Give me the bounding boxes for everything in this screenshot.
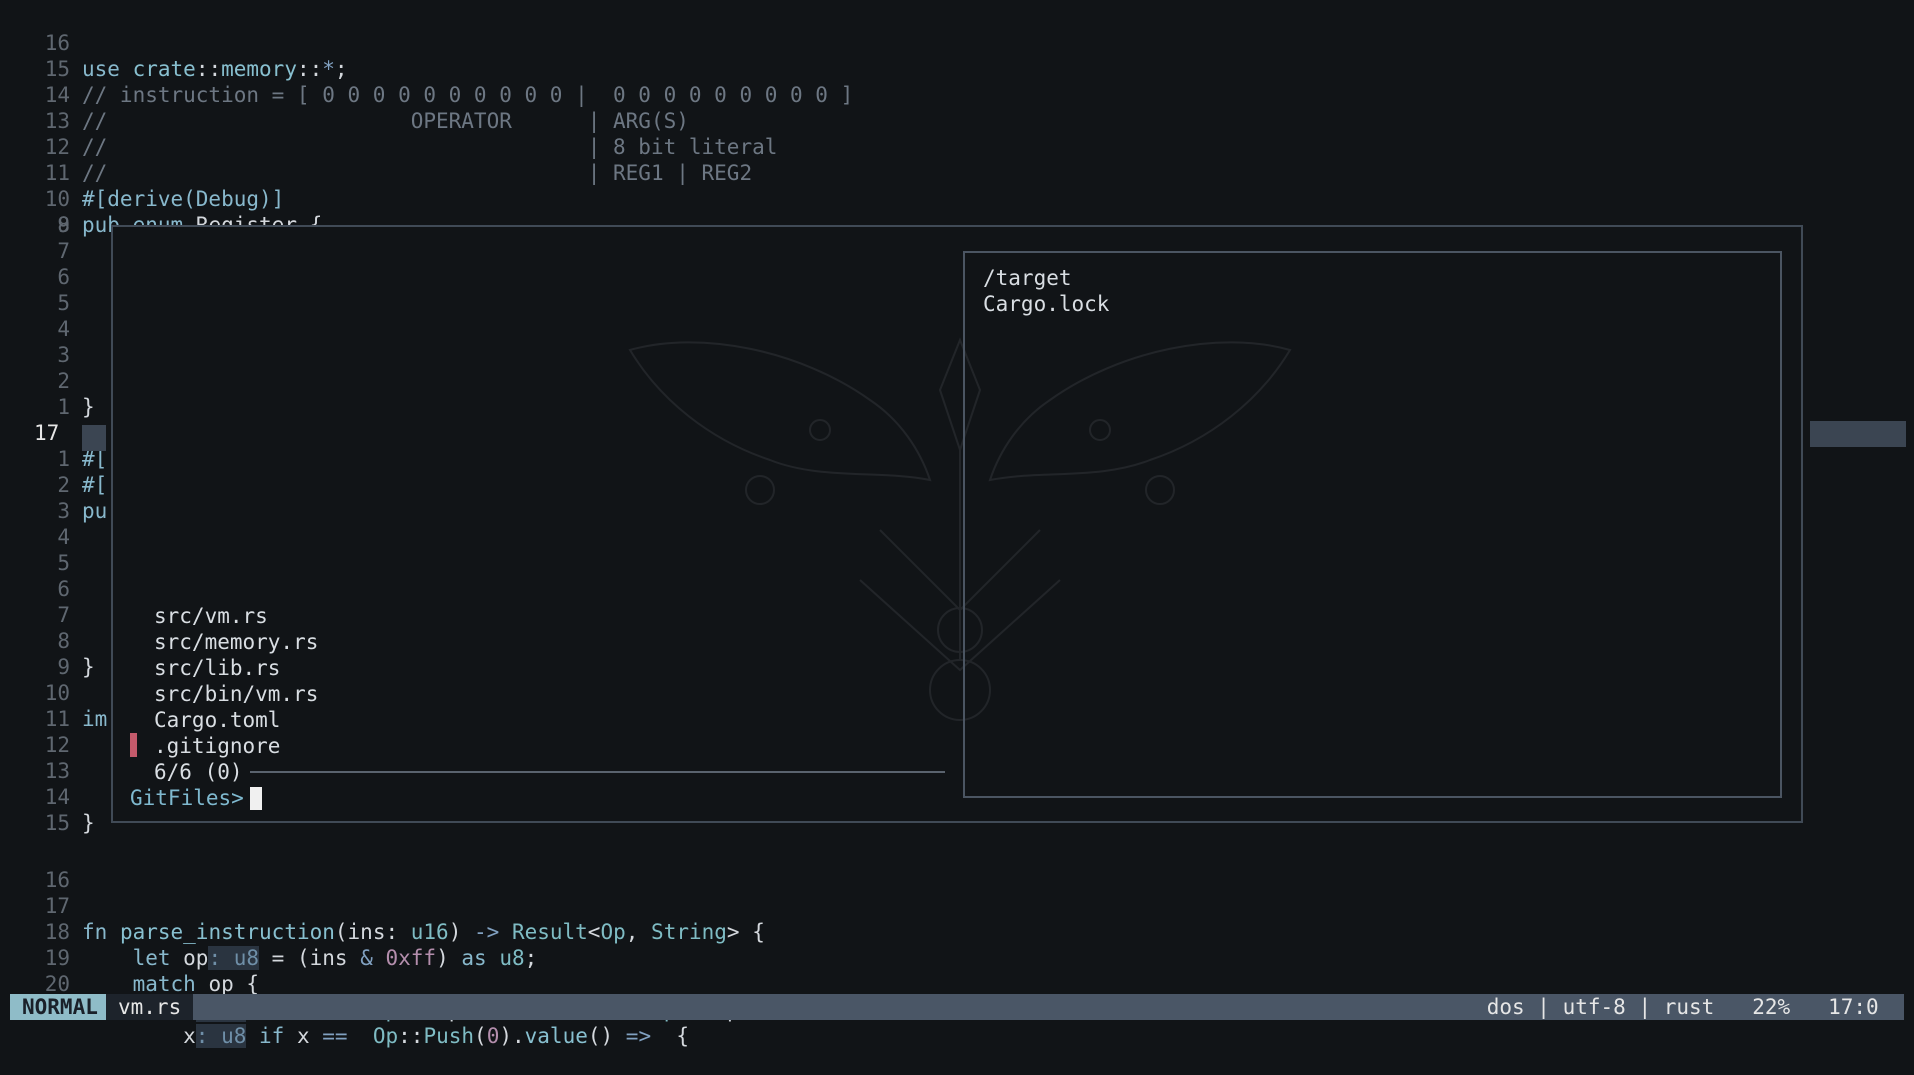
line-number: 7 [57,239,70,263]
code-text: #[ [82,473,108,497]
preview-line: Cargo.lock [983,292,1110,316]
line-number: 8 [57,213,70,237]
code-line[interactable]: 9 A, [0,186,1914,263]
line-number: 5 [57,551,70,575]
line-number: 6 [57,265,70,289]
code-text: pu [82,499,108,523]
line-number: 15 [44,811,70,835]
code-line[interactable]: 12 // | REG1 | REG2 [0,108,1914,185]
line-number: 5 [57,291,70,315]
selection-marker [130,733,137,757]
line-number: 7 [57,603,70,627]
result-count: 6/6 (0) [154,760,243,784]
code-text: } [82,395,95,419]
line-number: 10 [44,681,70,705]
code-line[interactable]: 19 match op { [0,919,1914,996]
scroll-percent: 22% [1752,995,1791,1019]
code-line[interactable]: 20 x: u8 if x == Op::Nop.value() => Ok(O… [0,945,1914,1022]
line-number: 1 [57,447,70,471]
file-format: dos [1486,995,1525,1019]
result-item[interactable]: src/lib.rs [154,655,280,681]
line-number: 3 [57,343,70,367]
line-number: 2 [57,473,70,497]
status-line: NORMAL vm.rs dos | utf-8 | rust 22% 17:0 [10,994,1904,1020]
result-item-selected[interactable]: .gitignore [154,733,280,759]
mode-indicator: NORMAL [10,994,110,1020]
code-line[interactable]: 11 #[derive(Debug)] [0,134,1914,211]
code-line[interactable]: 16 use crate::memory::*; [0,4,1914,81]
code-line[interactable]: 13 // | 8 bit literal [0,82,1914,159]
code-line[interactable]: 18 let op: u8 = (ins & 0xff) as u8; [0,893,1914,970]
code-line[interactable]: 14 // OPERATOR | ARG(S) [0,56,1914,133]
file-type: rust [1663,995,1715,1019]
line-number: 3 [57,499,70,523]
scrollbar-thumb[interactable] [1810,421,1906,447]
preview-line: /target [983,266,1072,290]
file-encoding: utf-8 [1562,995,1626,1019]
line-number: 8 [57,629,70,653]
code-text: } [82,655,95,679]
code-text: } [82,811,95,835]
file-info: dos | utf-8 | rust 22% 17:0 [1486,995,1879,1019]
result-item[interactable]: src/vm.rs [154,603,268,629]
preview-pane: /target Cargo.lock [963,251,1782,798]
code-text: x: u8 if x == Op::Push(0).value() => { [82,1024,690,1048]
code-text: im [82,707,108,731]
result-item[interactable]: src/memory.rs [154,629,318,655]
file-name: vm.rs [106,994,194,1020]
result-item[interactable]: Cargo.toml [154,707,280,733]
line-number: 12 [44,733,70,757]
code-line[interactable]: 15 // instruction = [ 0 0 0 0 0 0 0 0 0 … [0,30,1914,107]
line-number: 4 [57,525,70,549]
line-number: 11 [44,707,70,731]
cursor-line-highlight [82,425,106,451]
text-cursor [250,787,262,810]
line-number: 1 [57,395,70,419]
line-number: 14 [44,785,70,809]
line-number: 6 [57,577,70,601]
cursor-position: 17:0 [1828,995,1879,1019]
code-line[interactable]: 16 [0,841,1914,892]
line-number: 13 [44,759,70,783]
divider [250,771,945,773]
code-line[interactable]: 10 pub enum Register { [0,160,1914,237]
line-number: 2 [57,369,70,393]
code-line[interactable]: 17 fn parse_instruction(ins: u16) -> Res… [0,867,1914,944]
line-number: 4 [57,317,70,341]
prompt-label: GitFiles> [130,786,244,810]
result-item[interactable]: src/bin/vm.rs [154,681,318,707]
line-number: 9 [57,655,70,679]
